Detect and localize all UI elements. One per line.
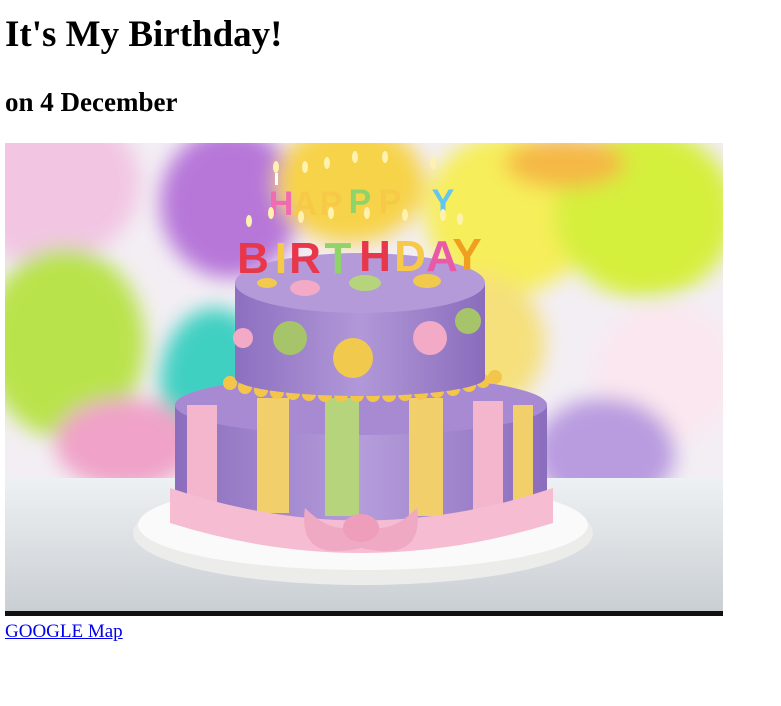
svg-text:T: T: [325, 234, 352, 283]
svg-text:B: B: [237, 234, 269, 283]
birthday-cake-image: H A P P P Y B I R T H D A Y: [5, 143, 723, 616]
page-title: It's My Birthday!: [5, 14, 283, 55]
svg-text:P: P: [379, 183, 402, 221]
svg-text:Y: Y: [452, 230, 481, 279]
page-subtitle: on 4 December: [5, 87, 178, 117]
svg-text:I: I: [275, 234, 287, 283]
svg-text:H: H: [359, 232, 391, 281]
page: It's My Birthday! on 4 December H A P P …: [0, 0, 781, 706]
google-map-link[interactable]: GOOGLE Map: [5, 621, 123, 643]
svg-text:R: R: [289, 234, 321, 283]
svg-text:D: D: [394, 232, 426, 281]
svg-text:A: A: [293, 185, 318, 223]
